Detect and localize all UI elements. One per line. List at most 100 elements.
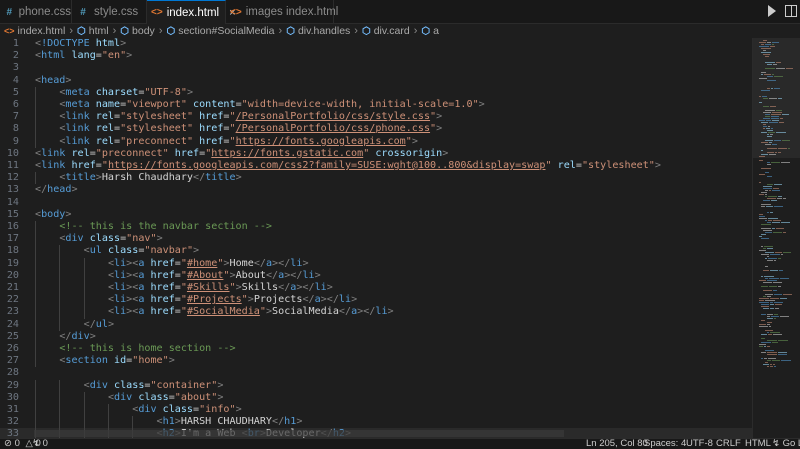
code-token: > — [351, 294, 358, 306]
code-line[interactable]: 7 <link rel="stylesheet" href="/Personal… — [0, 111, 752, 124]
line-code: <html lang="en"> — [35, 50, 132, 62]
minimap-line — [759, 46, 769, 47]
code-line[interactable]: 32 <h1>HARSH CHAUDHARY</h1> — [0, 416, 752, 429]
code-line[interactable]: 12 <title>Harsh Chaudhary</title> — [0, 172, 752, 185]
line-code: <li><a href="#Skills">Skills</a></li> — [35, 282, 333, 294]
code-line[interactable]: 8 <link rel="stylesheet" href="/Personal… — [0, 123, 752, 136]
breadcrumb-item[interactable]: ⬡ div.card — [362, 25, 410, 37]
code-token: </ — [265, 269, 279, 281]
code-token: #Skills — [186, 282, 230, 293]
code-line[interactable]: 17 <div class="nav"> — [0, 233, 752, 246]
code-token: li — [314, 282, 327, 293]
minimap-line — [761, 90, 770, 91]
code-line[interactable]: 10 <link rel="preconnect" href="https://f… — [0, 148, 752, 160]
ports-status[interactable]: ↯ 0 — [32, 439, 48, 449]
code-token: crossorigin — [375, 147, 443, 159]
code-token: id — [114, 355, 127, 367]
minimap-line — [778, 286, 781, 287]
encoding-status[interactable]: UTF-8 — [686, 439, 713, 449]
minimap-line — [767, 322, 772, 323]
code-line[interactable]: 26 <!-- this is home section --> — [0, 343, 752, 356]
code-token: ul — [89, 245, 108, 257]
breadcrumb-item[interactable]: ⬡ a — [421, 25, 439, 37]
minimap-line — [763, 112, 771, 113]
code-editor[interactable]: 1 <!DOCTYPE html> 2 <html lang="en"> 3 4 <head… — [0, 38, 752, 438]
code-line[interactable]: 22 <li><a href="#Projects">Projects</a><… — [0, 294, 752, 307]
code-line[interactable]: 20 <li><a href="#About">About</a></li> — [0, 269, 752, 282]
code-token: class — [89, 233, 121, 245]
code-line[interactable]: 11 <link href="https://fonts.googleapis.c… — [0, 160, 752, 172]
tab-index-html[interactable]: <> index.html × — [147, 0, 236, 24]
code-line[interactable]: 9 <link rel="preconnect" href="https://f… — [0, 135, 752, 148]
minimap-line — [770, 212, 773, 213]
minimap-line — [764, 74, 771, 75]
minimap-line — [770, 308, 774, 309]
code-token: > — [387, 306, 394, 318]
code-line[interactable]: 16 <!-- this is the navbar section --> — [0, 221, 752, 234]
code-token: ></ — [284, 269, 303, 281]
split-editor-icon[interactable] — [785, 5, 797, 17]
language-mode[interactable]: HTML — [745, 439, 771, 449]
run-icon[interactable] — [768, 5, 776, 17]
minimap-line — [767, 42, 771, 43]
minimap-line — [783, 252, 791, 253]
code-line[interactable]: 21 <li><a href="#Skills">Skills</a></li> — [0, 282, 752, 295]
go-live-button[interactable]: ↯ Go Li — [772, 439, 800, 449]
minimap-line — [767, 332, 769, 333]
minimap-line — [761, 286, 768, 287]
minimap-line — [765, 330, 773, 331]
cursor-position[interactable]: Ln 205, Col 80 — [586, 439, 648, 449]
code-token: "UTF-8" — [144, 86, 187, 98]
tab-phone-css[interactable]: # phone.css — [0, 0, 72, 24]
code-line[interactable]: 6 <meta name="viewport" content="width=d… — [0, 99, 752, 112]
indentation-status[interactable]: Spaces: 4 — [644, 439, 686, 449]
code-line[interactable]: 14 — [0, 197, 752, 209]
breadcrumb-item[interactable]: ⬡ section#SocialMedia — [166, 25, 274, 37]
eol-status[interactable]: CRLF — [716, 439, 741, 449]
code-line[interactable]: 5 <meta charset="UTF-8"> — [0, 86, 752, 99]
minimap-line — [759, 194, 764, 195]
code-line[interactable]: 3 — [0, 62, 752, 74]
line-number: 24 — [6, 318, 19, 330]
minimap-line — [768, 258, 777, 259]
code-line[interactable]: 23 <li><a href="#SocialMedia">SocialMedi… — [0, 306, 752, 319]
minimap-line — [763, 50, 766, 51]
breadcrumb-item[interactable]: ⬡ div.handles — [286, 25, 350, 37]
tab-images-index-html[interactable]: <> images index.html — [226, 0, 338, 24]
breadcrumb-item[interactable]: ⬡ body — [120, 25, 155, 37]
tab-style-css[interactable]: # style.css — [72, 0, 147, 24]
code-token: > — [235, 404, 242, 415]
code-token: > — [120, 38, 127, 49]
code-line[interactable]: 25 </div> — [0, 330, 752, 343]
code-line[interactable]: 15 <body> — [0, 209, 752, 221]
code-token: > — [71, 184, 78, 196]
code-line[interactable]: 30 <div class="about"> — [0, 391, 752, 404]
code-token: Home — [229, 257, 254, 269]
code-line[interactable]: 24 </ul> — [0, 318, 752, 331]
code-line[interactable]: 28 — [0, 367, 752, 379]
code-line[interactable]: 29 <div class="container"> — [0, 379, 752, 392]
line-number: 33 — [6, 428, 19, 438]
code-token: li — [114, 294, 127, 306]
code-line[interactable]: 1 <!DOCTYPE html> — [0, 38, 752, 50]
code-token: a — [138, 306, 151, 318]
code-line[interactable]: 2 <html lang="en"> — [0, 50, 752, 62]
minimap[interactable] — [752, 38, 800, 438]
code-line[interactable]: 19 <li><a href="#home">Home</a></li> — [0, 257, 752, 270]
code-line[interactable]: 4 <head> — [0, 75, 752, 87]
breadcrumb-item[interactable]: ⬡ html — [77, 25, 109, 37]
horizontal-scrollbar[interactable] — [34, 430, 564, 437]
minimap-line — [773, 64, 777, 65]
code-token: "info" — [199, 404, 236, 415]
breadcrumb-label: section#SocialMedia — [178, 25, 275, 37]
code-token: div — [71, 330, 90, 342]
code-line[interactable]: 27 <section id="home"> — [0, 355, 752, 368]
code-line[interactable]: 18 <ul class="navbar"> — [0, 245, 752, 258]
code-line[interactable]: 31 <div class="info"> — [0, 404, 752, 417]
minimap-line — [763, 364, 769, 365]
breadcrumb-item[interactable]: <> index.html — [4, 25, 65, 37]
code-line[interactable]: 13 </head> — [0, 184, 752, 196]
